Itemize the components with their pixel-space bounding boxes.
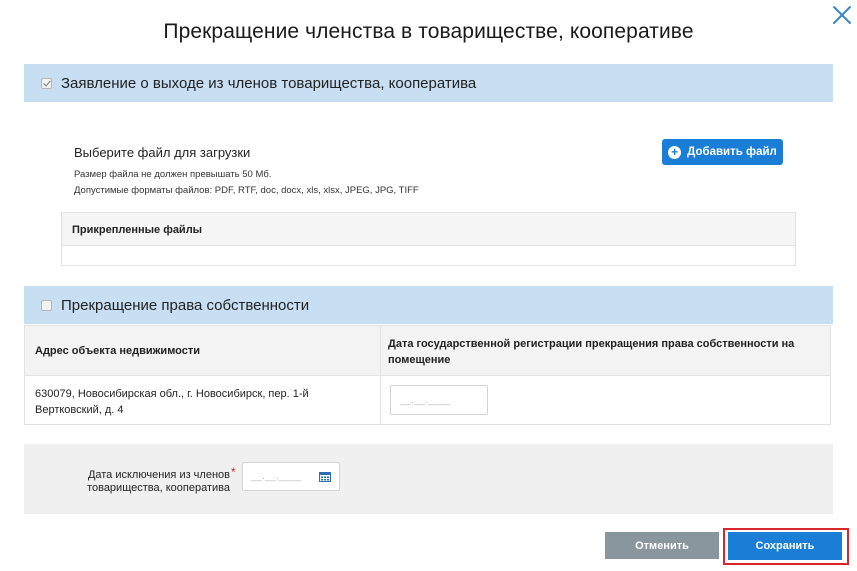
close-icon — [833, 6, 851, 24]
exclusion-date-label: Дата исключения из членов товарищества, … — [87, 469, 230, 494]
save-button[interactable]: Сохранить — [728, 532, 842, 560]
upload-title: Выберите файл для загрузки — [74, 145, 251, 160]
upload-formats-note: Допустимые форматы файлов: PDF, RTF, doc… — [74, 185, 419, 196]
column-divider — [380, 326, 381, 424]
attached-files-table: Прикрепленные файлы — [61, 212, 796, 266]
section-ownership-label: Прекращение права собственности — [61, 296, 310, 314]
plus-circle-icon: + — [668, 145, 682, 159]
section-ownership-header: Прекращение права собственности — [24, 286, 833, 324]
ownership-checkbox[interactable] — [41, 299, 52, 311]
upload-size-note: Размер файла не должен превышать 50 Мб. — [74, 169, 272, 180]
application-checkbox[interactable] — [41, 77, 52, 89]
property-table: Адрес объекта недвижимости Дата государс… — [24, 325, 831, 425]
attached-files-header: Прикрепленные файлы — [62, 213, 795, 246]
section-application-header: Заявление о выходе из членов товариществ… — [24, 64, 833, 102]
property-table-header: Адрес объекта недвижимости Дата государс… — [25, 326, 830, 376]
cancel-button[interactable]: Отменить — [605, 532, 719, 559]
calendar-icon[interactable] — [319, 471, 331, 482]
exclusion-date-panel: Дата исключения из членов товарищества, … — [24, 444, 833, 514]
column-header-address: Адрес объекта недвижимости — [35, 345, 201, 357]
exclusion-date-mask: __.__.____ — [251, 471, 302, 482]
close-button[interactable] — [830, 3, 854, 27]
section-application-label: Заявление о выходе из членов товариществ… — [61, 74, 477, 92]
modal-title: Прекращение членства в товариществе, коо… — [163, 20, 694, 43]
required-marker: * — [231, 465, 236, 479]
add-file-button[interactable]: + Добавить файл — [662, 139, 783, 165]
exclusion-date-input[interactable]: __.__.____ — [242, 462, 340, 491]
property-address-cell: 630079, Новосибирская обл., г. Новосибир… — [35, 388, 309, 416]
termination-date-input[interactable]: __.__.____ — [390, 385, 488, 415]
add-file-button-label: Добавить файл — [687, 146, 777, 158]
column-header-termination-date: Дата государственной регистрации прекращ… — [388, 338, 795, 366]
